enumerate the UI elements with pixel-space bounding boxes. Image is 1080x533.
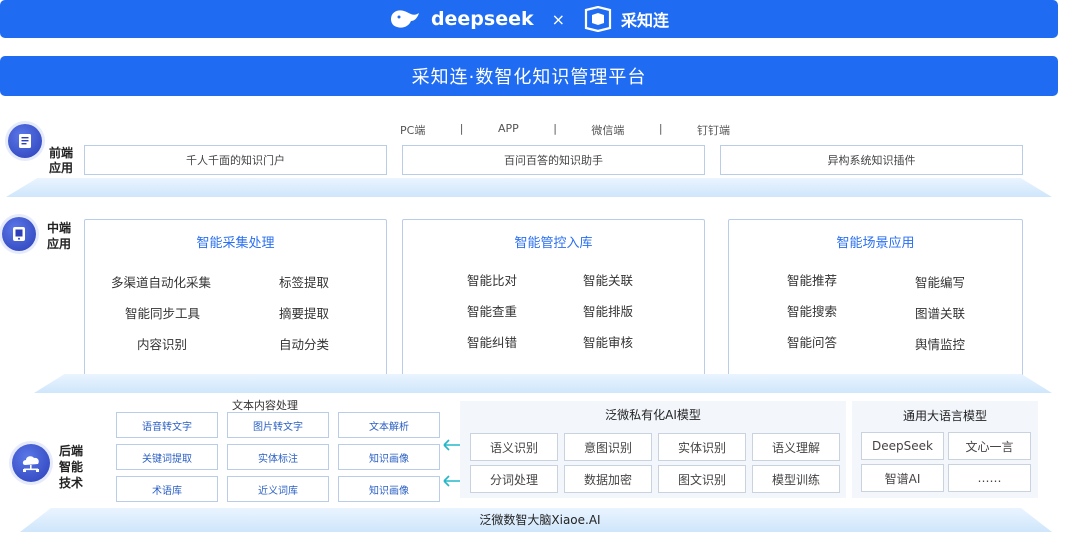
private-model-title: 泛微私有化AI模型 xyxy=(605,408,701,422)
tp-box: 实体标注 xyxy=(227,444,329,470)
card-item: 智能审核 xyxy=(583,335,634,350)
card-title: 智能管控入库 xyxy=(514,236,593,251)
card-item: 摘要提取 xyxy=(279,306,330,321)
channel-pc: PC端 xyxy=(400,124,426,137)
model-box: 语义理解 xyxy=(752,433,840,461)
model-box: 语义识别 xyxy=(470,433,558,461)
tier-backend-label-2: 智能 xyxy=(58,460,83,474)
llm-box: …… xyxy=(948,464,1031,492)
card-title: 智能场景应用 xyxy=(836,236,915,251)
tier-backend-label-3: 技术 xyxy=(58,476,83,490)
top-banner: deepseek × 采知连 xyxy=(0,0,1058,38)
model-box: 图文识别 xyxy=(658,465,746,493)
tp-box: 知识画像 xyxy=(338,444,440,470)
card-item: 智能纠错 xyxy=(467,335,518,350)
channel-list: PC端 | APP | 微信端 | 钉钉端 xyxy=(400,122,730,138)
card-item: 图谱关联 xyxy=(915,306,966,321)
tier-middle-label-1: 中端 xyxy=(46,221,71,235)
frontend-box-portal: 千人千面的知识门户 xyxy=(84,145,387,175)
platform-title: 采知连·数智化知识管理平台 xyxy=(0,56,1058,96)
card-item: 舆情监控 xyxy=(915,337,966,352)
card-item: 智能比对 xyxy=(467,273,518,288)
document-icon xyxy=(8,124,42,158)
caizhilian-brand-text: 采知连 xyxy=(621,11,670,30)
card-smart-scenario: 智能场景应用 智能推荐 智能搜索 智能问答 智能编写 图谱关联 舆情监控 xyxy=(728,219,1023,377)
tp-box: 语音转文字 xyxy=(116,412,218,438)
tp-box: 近义词库 xyxy=(227,476,329,502)
llm-box: DeepSeek xyxy=(861,432,944,460)
deepseek-brand-text: deepseek xyxy=(430,8,534,30)
backend-platform-label: 泛微数智大脑Xiaoe.AI xyxy=(479,513,601,527)
channel-app: APP xyxy=(497,122,519,135)
card-item: 多渠道自动化采集 xyxy=(111,275,212,290)
llm-box: 智谱AI xyxy=(861,464,944,492)
card-smart-control: 智能管控入库 智能比对 智能查重 智能纠错 智能关联 智能排版 智能审核 xyxy=(402,219,705,377)
card-item: 标签提取 xyxy=(279,275,330,290)
card-item: 自动分类 xyxy=(279,337,330,352)
model-box: 实体识别 xyxy=(658,433,746,461)
card-title: 智能采集处理 xyxy=(196,236,275,251)
text-processing-title: 文本内容处理 xyxy=(232,399,298,412)
card-item: 智能关联 xyxy=(583,273,634,288)
tablet-icon xyxy=(2,217,36,251)
llm-box: 文心一言 xyxy=(948,432,1031,460)
card-item: 智能搜索 xyxy=(787,304,838,319)
channel-sep: | xyxy=(459,122,464,135)
channel-sep: | xyxy=(553,122,557,135)
card-item: 智能排版 xyxy=(583,304,634,319)
caizhilian-icon xyxy=(584,6,612,32)
model-box: 模型训练 xyxy=(752,465,840,493)
channel-wechat: 微信端 xyxy=(591,124,625,137)
tier-middle-label-2: 应用 xyxy=(46,237,71,251)
middle-platform xyxy=(34,374,1052,393)
frontend-box-plugin: 异构系统知识插件 xyxy=(720,145,1023,175)
card-item: 智能查重 xyxy=(467,304,518,319)
tp-box: 术语库 xyxy=(116,476,218,502)
tier-frontend-label-2: 应用 xyxy=(48,161,73,175)
card-item: 智能编写 xyxy=(915,275,966,290)
whale-icon xyxy=(390,10,419,28)
tp-box: 知识画像 xyxy=(338,476,440,502)
model-box: 意图识别 xyxy=(564,433,652,461)
times-sign: × xyxy=(551,9,566,29)
card-item: 内容识别 xyxy=(137,337,188,352)
deepseek-logo: deepseek xyxy=(389,7,534,31)
frontend-box-assistant: 百问百答的知识助手 xyxy=(402,145,705,175)
tp-box: 文本解析 xyxy=(338,412,440,438)
frontend-platform xyxy=(6,178,1052,197)
tp-box: 图片转文字 xyxy=(227,412,329,438)
tp-box: 关键词提取 xyxy=(116,444,218,470)
tier-frontend-label-1: 前端 xyxy=(48,146,73,160)
model-box: 分词处理 xyxy=(470,465,558,493)
tier-backend-label-1: 后端 xyxy=(58,444,83,458)
card-item: 智能同步工具 xyxy=(125,306,201,321)
model-box: 数据加密 xyxy=(564,465,652,493)
card-item: 智能问答 xyxy=(787,335,838,350)
channel-sep: | xyxy=(658,122,663,135)
llm-title: 通用大语言模型 xyxy=(902,409,987,423)
card-smart-collection: 智能采集处理 多渠道自动化采集 智能同步工具 内容识别 标签提取 摘要提取 自动… xyxy=(84,219,387,377)
cloud-network-icon xyxy=(12,444,50,482)
card-item: 智能推荐 xyxy=(787,273,838,288)
caizhilian-logo: 采知连 xyxy=(583,6,669,32)
channel-dingtalk: 钉钉端 xyxy=(697,124,730,137)
